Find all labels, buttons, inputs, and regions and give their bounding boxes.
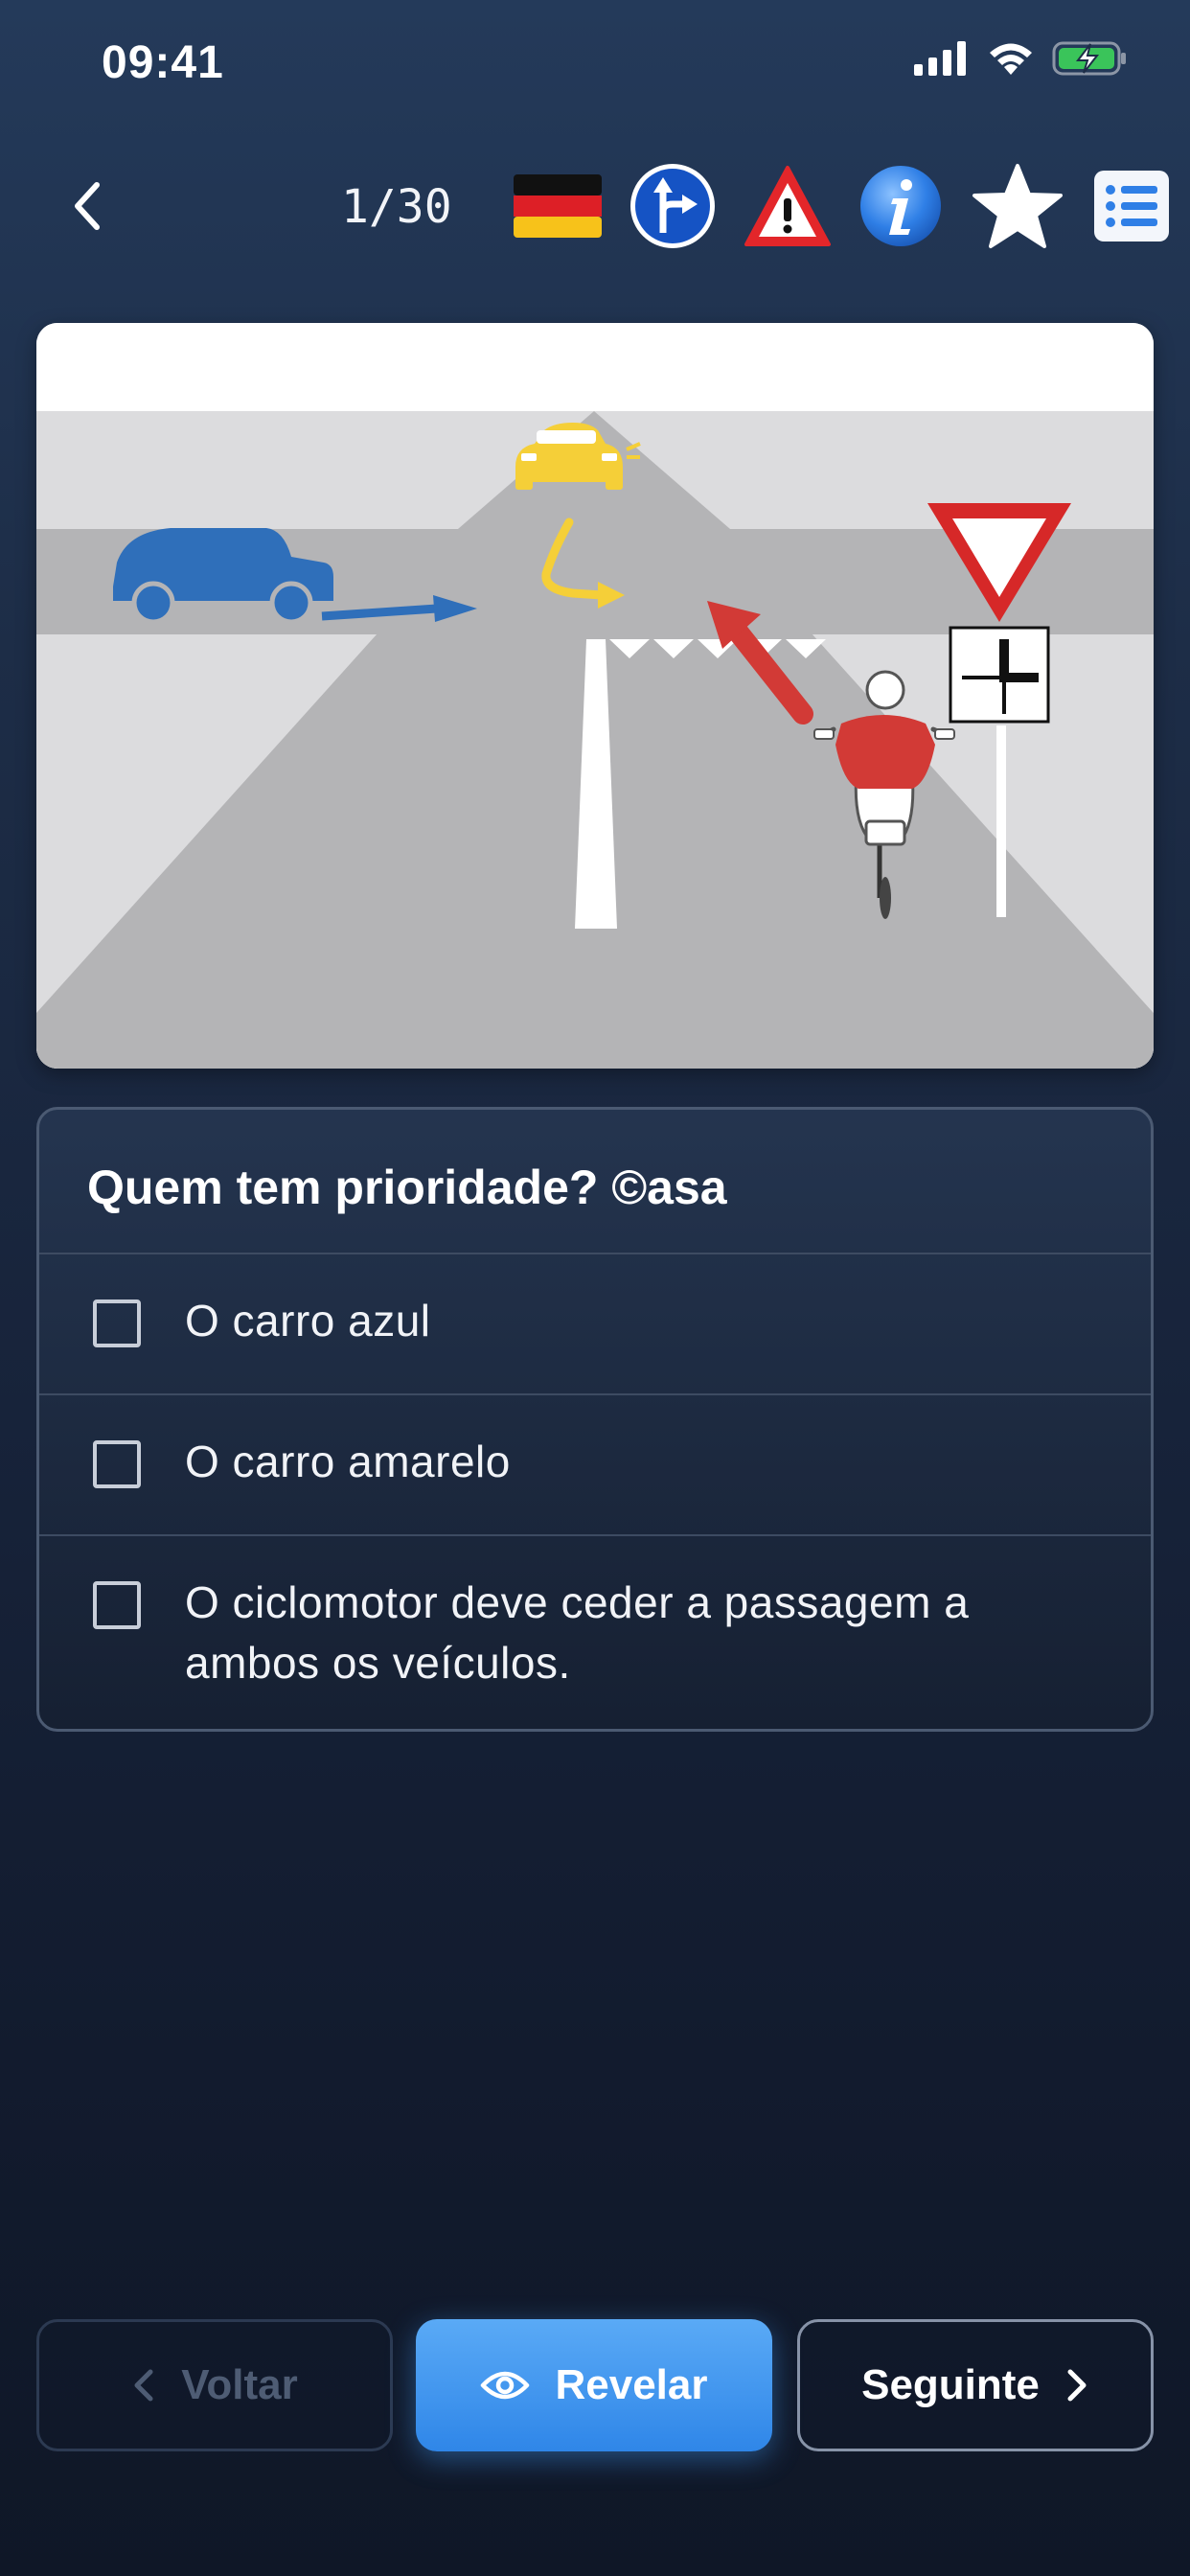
answer-option[interactable]: O carro azul (39, 1254, 1151, 1393)
previous-button-label: Voltar (181, 2361, 298, 2408)
chevron-left-icon (134, 2369, 153, 2402)
answer-option-label: O carro amarelo (185, 1437, 511, 1486)
german-flag-icon (514, 174, 602, 238)
top-bar: 1/30 (0, 153, 1190, 259)
previous-button[interactable]: Voltar (36, 2319, 393, 2451)
answer-checkbox[interactable] (93, 1300, 141, 1347)
next-button[interactable]: Seguinte (797, 2319, 1154, 2451)
eye-icon (481, 2371, 530, 2400)
bottom-navigation: Voltar Revelar Seguinte (0, 2319, 1190, 2453)
priority-road-plate (949, 626, 1050, 724)
status-icons (914, 40, 1129, 77)
list-icon (1094, 171, 1169, 242)
traffic-scene-illustration (36, 323, 1154, 1069)
next-button-label: Seguinte (861, 2361, 1040, 2408)
answer-option-label: O ciclomotor deve ceder a passagem a amb… (185, 1573, 1105, 1693)
question-card: Quem tem prioridade? ©asa O carro azul O… (36, 1107, 1154, 1732)
answer-checkbox[interactable] (93, 1440, 141, 1488)
wifi-icon (990, 43, 1032, 75)
answer-option-label-line: ambos os veículos. (185, 1638, 571, 1688)
reveal-button[interactable]: Revelar (416, 2319, 772, 2451)
chevron-right-icon (1067, 2369, 1087, 2402)
chevron-left-icon (75, 182, 100, 230)
warning-triangle-icon (744, 166, 831, 246)
answer-option[interactable]: O carro amarelo (39, 1395, 1151, 1534)
answer-checkbox[interactable] (93, 1581, 141, 1629)
status-bar: 09:41 (0, 0, 1190, 125)
signal-icon (914, 41, 966, 76)
direction-sign-icon (630, 164, 715, 248)
info-icon (860, 166, 941, 246)
info-button[interactable] (858, 163, 943, 249)
battery-charging-icon (1052, 41, 1126, 76)
question-counter: 1/30 (341, 180, 452, 234)
answer-option-label-line: O ciclomotor deve ceder a passagem a (185, 1577, 970, 1627)
answer-option-label: O carro azul (185, 1296, 431, 1346)
language-button[interactable] (514, 163, 602, 249)
status-time: 09:41 (102, 37, 224, 88)
warning-button[interactable] (744, 163, 832, 249)
reveal-button-label: Revelar (555, 2361, 708, 2408)
direction-sign-button[interactable] (629, 163, 717, 249)
answer-option[interactable]: O ciclomotor deve ceder a passagem a amb… (39, 1536, 1151, 1729)
question-image (36, 323, 1154, 1069)
star-icon (973, 164, 1063, 248)
back-button[interactable] (54, 172, 121, 240)
question-title: Quem tem prioridade? ©asa (87, 1161, 727, 1214)
question-list-button[interactable] (1094, 163, 1169, 249)
favorite-button[interactable] (972, 163, 1064, 249)
